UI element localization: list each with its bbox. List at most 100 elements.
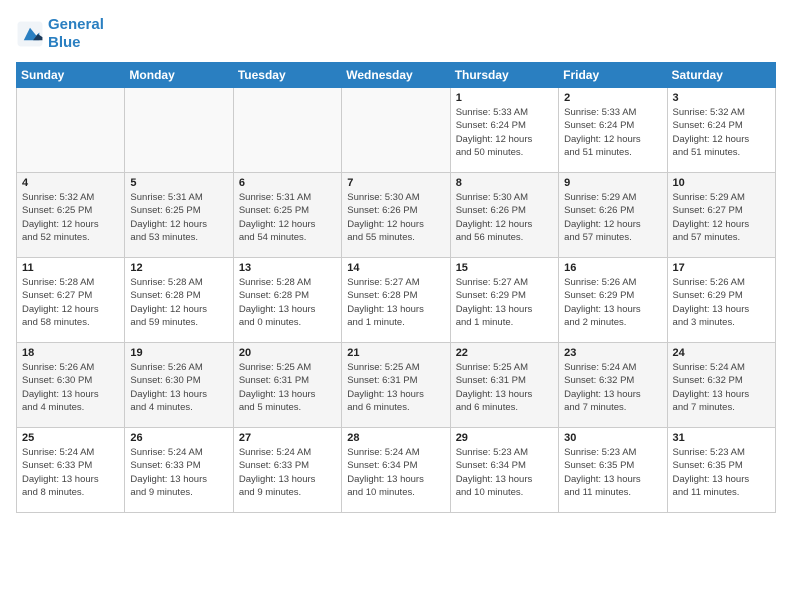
day-number: 26 (130, 432, 227, 444)
day-detail: Sunrise: 5:28 AM Sunset: 6:28 PM Dayligh… (239, 276, 336, 329)
day-number: 2 (564, 92, 661, 104)
day-number: 23 (564, 347, 661, 359)
day-detail: Sunrise: 5:27 AM Sunset: 6:29 PM Dayligh… (456, 276, 553, 329)
weekday-header: Monday (125, 63, 233, 88)
day-detail: Sunrise: 5:24 AM Sunset: 6:32 PM Dayligh… (673, 361, 770, 414)
calendar-cell: 22 Sunrise: 5:25 AM Sunset: 6:31 PM Dayli… (450, 343, 558, 428)
day-number: 30 (564, 432, 661, 444)
calendar-body: 1 Sunrise: 5:33 AM Sunset: 6:24 PM Daylig… (17, 88, 776, 513)
calendar-cell: 21Sunrise: 5:25 AM Sunset: 6:31 PM Dayli… (342, 343, 450, 428)
day-detail: Sunrise: 5:31 AM Sunset: 6:25 PM Dayligh… (239, 191, 336, 244)
calendar-week-row: 18 Sunrise: 5:26 AM Sunset: 6:30 PM Dayli… (17, 343, 776, 428)
day-detail: Sunrise: 5:32 AM Sunset: 6:25 PM Dayligh… (22, 191, 119, 244)
calendar-cell (342, 88, 450, 173)
calendar-cell: 16 Sunrise: 5:26 AM Sunset: 6:29 PM Dayli… (559, 258, 667, 343)
calendar-week-row: 11Sunrise: 5:28 AM Sunset: 6:27 PM Dayli… (17, 258, 776, 343)
day-detail: Sunrise: 5:25 AM Sunset: 6:31 PM Dayligh… (239, 361, 336, 414)
day-number: 10 (673, 177, 770, 189)
day-number: 21 (347, 347, 444, 359)
day-detail: Sunrise: 5:26 AM Sunset: 6:30 PM Dayligh… (22, 361, 119, 414)
calendar-cell: 9Sunrise: 5:29 AM Sunset: 6:26 PM Daylig… (559, 173, 667, 258)
day-number: 18 (22, 347, 119, 359)
calendar-cell: 13 Sunrise: 5:28 AM Sunset: 6:28 PM Dayli… (233, 258, 341, 343)
calendar-week-row: 25 Sunrise: 5:24 AM Sunset: 6:33 PM Dayli… (17, 428, 776, 513)
day-detail: Sunrise: 5:29 AM Sunset: 6:27 PM Dayligh… (673, 191, 770, 244)
day-detail: Sunrise: 5:24 AM Sunset: 6:33 PM Dayligh… (130, 446, 227, 499)
day-number: 4 (22, 177, 119, 189)
day-detail: Sunrise: 5:29 AM Sunset: 6:26 PM Dayligh… (564, 191, 661, 244)
page-header: General Blue (16, 16, 776, 52)
weekday-header: Friday (559, 63, 667, 88)
day-number: 25 (22, 432, 119, 444)
calendar-cell: 31Sunrise: 5:23 AM Sunset: 6:35 PM Dayli… (667, 428, 775, 513)
calendar-cell: 17Sunrise: 5:26 AM Sunset: 6:29 PM Dayli… (667, 258, 775, 343)
calendar-cell: 12Sunrise: 5:28 AM Sunset: 6:28 PM Dayli… (125, 258, 233, 343)
calendar-cell: 14 Sunrise: 5:27 AM Sunset: 6:28 PM Dayli… (342, 258, 450, 343)
calendar-cell: 4 Sunrise: 5:32 AM Sunset: 6:25 PM Daylig… (17, 173, 125, 258)
day-number: 17 (673, 262, 770, 274)
calendar-cell: 30 Sunrise: 5:23 AM Sunset: 6:35 PM Dayli… (559, 428, 667, 513)
calendar-cell: 6 Sunrise: 5:31 AM Sunset: 6:25 PM Daylig… (233, 173, 341, 258)
day-detail: Sunrise: 5:33 AM Sunset: 6:24 PM Dayligh… (456, 106, 553, 159)
day-detail: Sunrise: 5:24 AM Sunset: 6:34 PM Dayligh… (347, 446, 444, 499)
day-detail: Sunrise: 5:25 AM Sunset: 6:31 PM Dayligh… (456, 361, 553, 414)
day-number: 29 (456, 432, 553, 444)
calendar-cell: 5 Sunrise: 5:31 AM Sunset: 6:25 PM Daylig… (125, 173, 233, 258)
day-detail: Sunrise: 5:28 AM Sunset: 6:27 PM Dayligh… (22, 276, 119, 329)
day-detail: Sunrise: 5:26 AM Sunset: 6:29 PM Dayligh… (564, 276, 661, 329)
day-number: 15 (456, 262, 553, 274)
weekday-header: Sunday (17, 63, 125, 88)
calendar-cell: 18 Sunrise: 5:26 AM Sunset: 6:30 PM Dayli… (17, 343, 125, 428)
calendar-cell: 28 Sunrise: 5:24 AM Sunset: 6:34 PM Dayli… (342, 428, 450, 513)
day-detail: Sunrise: 5:27 AM Sunset: 6:28 PM Dayligh… (347, 276, 444, 329)
calendar-table: SundayMondayTuesdayWednesdayThursdayFrid… (16, 62, 776, 513)
calendar-cell: 24 Sunrise: 5:24 AM Sunset: 6:32 PM Dayli… (667, 343, 775, 428)
day-number: 16 (564, 262, 661, 274)
calendar-cell: 1 Sunrise: 5:33 AM Sunset: 6:24 PM Daylig… (450, 88, 558, 173)
logo-icon (16, 20, 44, 48)
day-number: 5 (130, 177, 227, 189)
day-detail: Sunrise: 5:26 AM Sunset: 6:30 PM Dayligh… (130, 361, 227, 414)
day-number: 22 (456, 347, 553, 359)
calendar-cell: 23 Sunrise: 5:24 AM Sunset: 6:32 PM Dayli… (559, 343, 667, 428)
day-number: 19 (130, 347, 227, 359)
calendar-cell (125, 88, 233, 173)
day-detail: Sunrise: 5:30 AM Sunset: 6:26 PM Dayligh… (456, 191, 553, 244)
day-detail: Sunrise: 5:33 AM Sunset: 6:24 PM Dayligh… (564, 106, 661, 159)
day-number: 3 (673, 92, 770, 104)
calendar-cell: 20Sunrise: 5:25 AM Sunset: 6:31 PM Dayli… (233, 343, 341, 428)
calendar-header-row: SundayMondayTuesdayWednesdayThursdayFrid… (17, 63, 776, 88)
day-detail: Sunrise: 5:32 AM Sunset: 6:24 PM Dayligh… (673, 106, 770, 159)
calendar-cell (233, 88, 341, 173)
day-number: 24 (673, 347, 770, 359)
day-detail: Sunrise: 5:23 AM Sunset: 6:35 PM Dayligh… (673, 446, 770, 499)
day-detail: Sunrise: 5:23 AM Sunset: 6:35 PM Dayligh… (564, 446, 661, 499)
calendar-week-row: 1 Sunrise: 5:33 AM Sunset: 6:24 PM Daylig… (17, 88, 776, 173)
calendar-week-row: 4 Sunrise: 5:32 AM Sunset: 6:25 PM Daylig… (17, 173, 776, 258)
day-detail: Sunrise: 5:30 AM Sunset: 6:26 PM Dayligh… (347, 191, 444, 244)
weekday-header: Thursday (450, 63, 558, 88)
calendar-cell: 2 Sunrise: 5:33 AM Sunset: 6:24 PM Daylig… (559, 88, 667, 173)
calendar-cell: 7 Sunrise: 5:30 AM Sunset: 6:26 PM Daylig… (342, 173, 450, 258)
calendar-cell: 10 Sunrise: 5:29 AM Sunset: 6:27 PM Dayli… (667, 173, 775, 258)
day-detail: Sunrise: 5:28 AM Sunset: 6:28 PM Dayligh… (130, 276, 227, 329)
calendar-cell: 29Sunrise: 5:23 AM Sunset: 6:34 PM Dayli… (450, 428, 558, 513)
day-number: 7 (347, 177, 444, 189)
day-number: 8 (456, 177, 553, 189)
calendar-cell: 26 Sunrise: 5:24 AM Sunset: 6:33 PM Dayli… (125, 428, 233, 513)
day-detail: Sunrise: 5:31 AM Sunset: 6:25 PM Dayligh… (130, 191, 227, 244)
calendar-cell: 3 Sunrise: 5:32 AM Sunset: 6:24 PM Daylig… (667, 88, 775, 173)
weekday-header: Wednesday (342, 63, 450, 88)
day-detail: Sunrise: 5:24 AM Sunset: 6:32 PM Dayligh… (564, 361, 661, 414)
weekday-header: Tuesday (233, 63, 341, 88)
day-number: 28 (347, 432, 444, 444)
day-number: 13 (239, 262, 336, 274)
day-number: 27 (239, 432, 336, 444)
day-number: 14 (347, 262, 444, 274)
calendar-cell: 8 Sunrise: 5:30 AM Sunset: 6:26 PM Daylig… (450, 173, 558, 258)
calendar-cell: 15 Sunrise: 5:27 AM Sunset: 6:29 PM Dayli… (450, 258, 558, 343)
day-number: 1 (456, 92, 553, 104)
calendar-cell: 27Sunrise: 5:24 AM Sunset: 6:33 PM Dayli… (233, 428, 341, 513)
day-number: 6 (239, 177, 336, 189)
calendar-cell: 19 Sunrise: 5:26 AM Sunset: 6:30 PM Dayli… (125, 343, 233, 428)
